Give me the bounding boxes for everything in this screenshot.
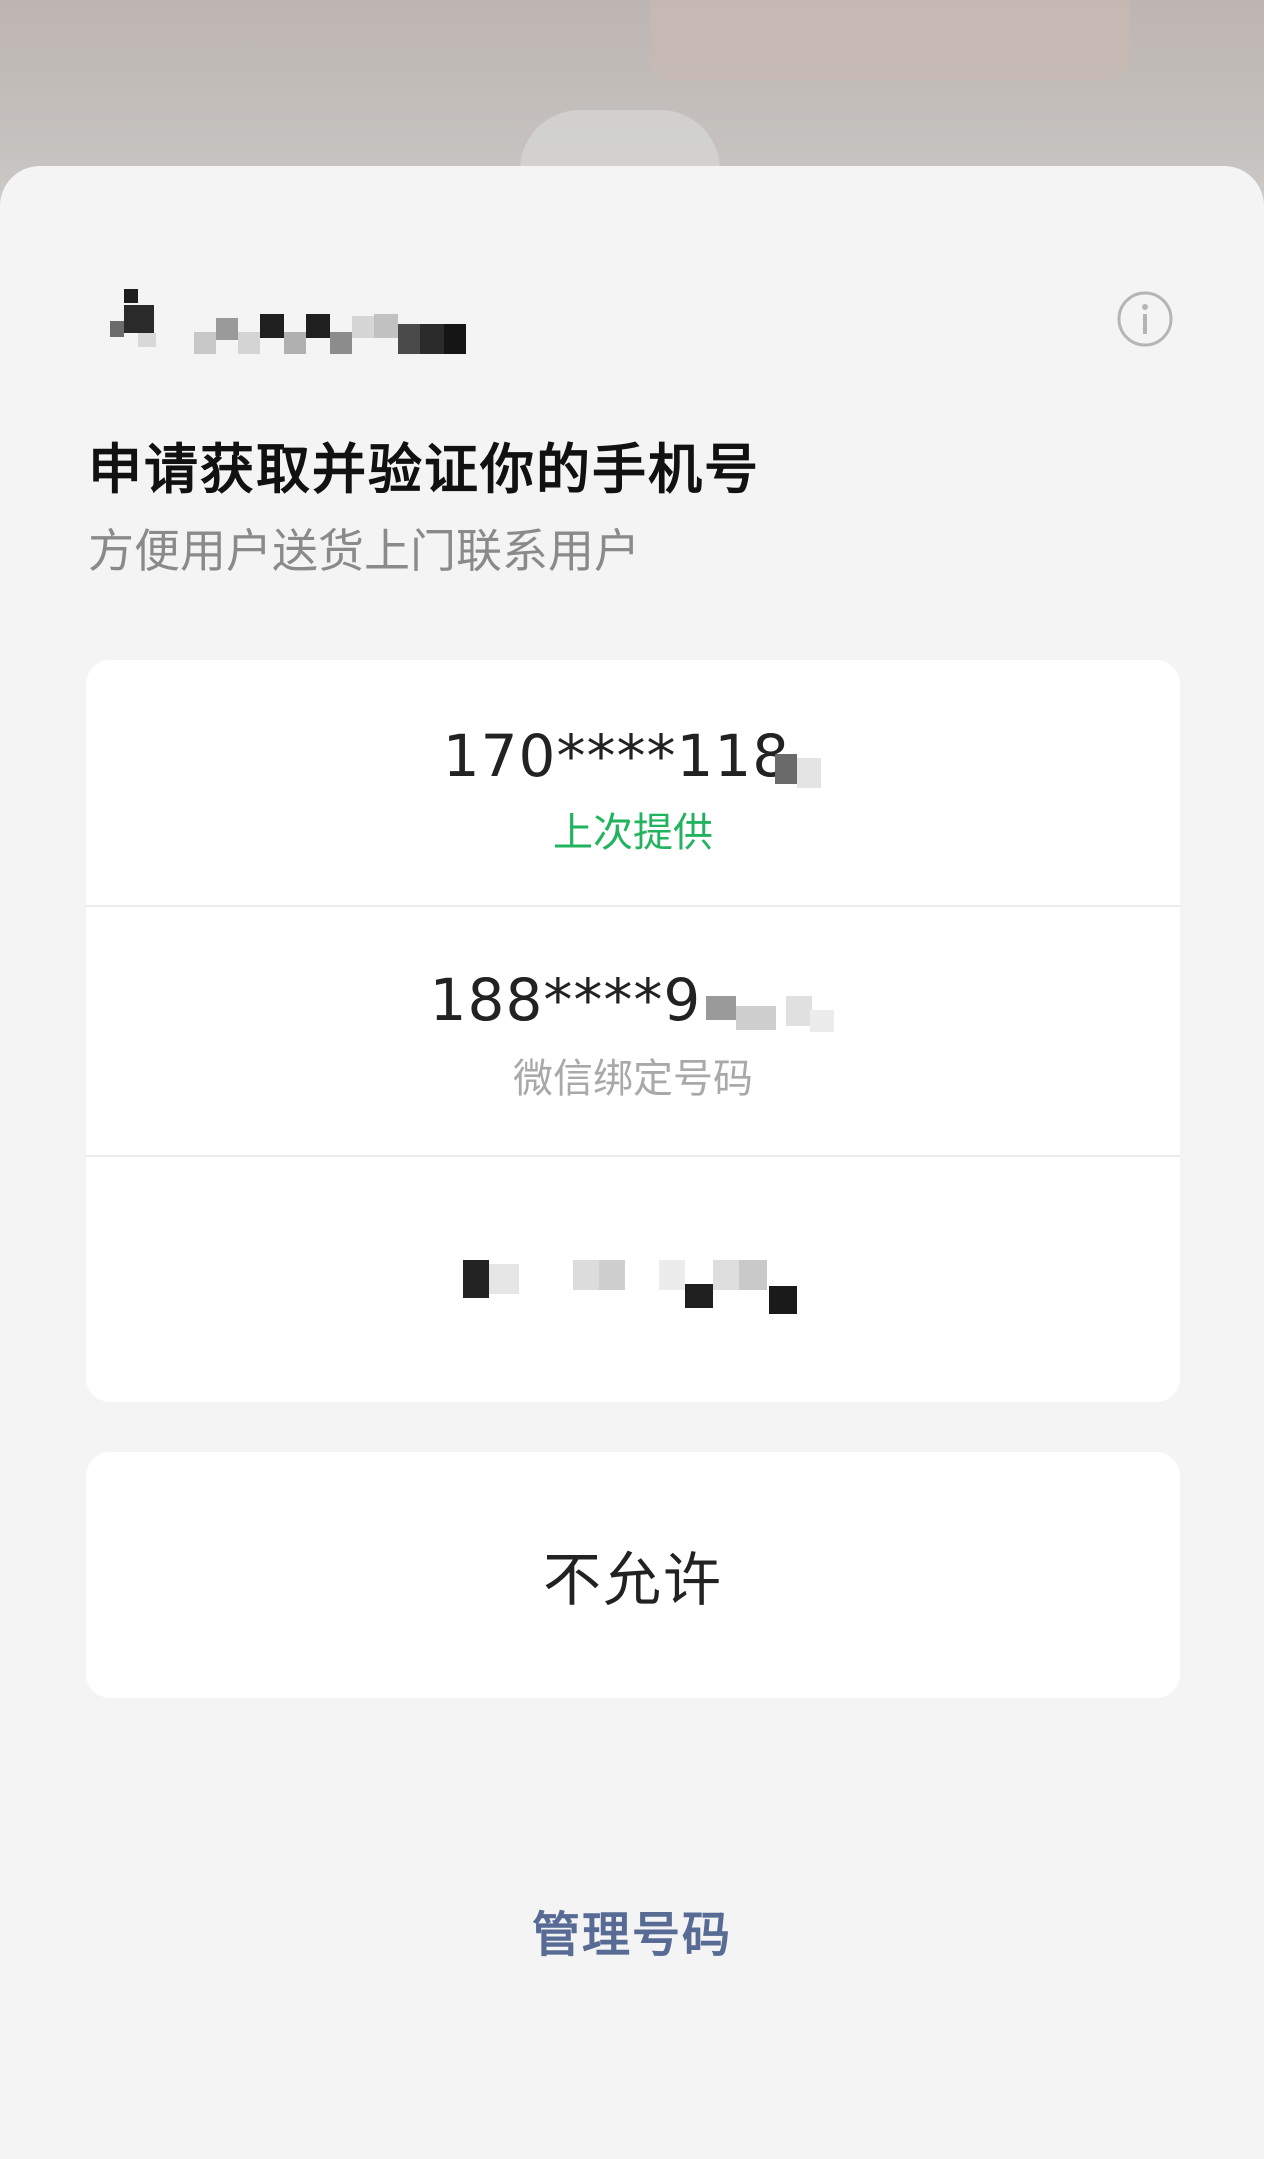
info-circle-icon[interactable]: [1116, 290, 1174, 348]
redaction-mosaic: [706, 995, 836, 1036]
phone-tag: 上次提供: [553, 810, 713, 856]
app-header: [88, 283, 484, 363]
divider: [86, 1155, 1180, 1157]
phone-number: 170****118: [442, 722, 791, 790]
phone-tag: 微信绑定号码: [513, 1055, 753, 1102]
app-logo: [88, 281, 172, 365]
phone-number: 188****9: [429, 966, 702, 1034]
phone-option[interactable]: 170****118 上次提供: [86, 722, 1180, 858]
phone-number-list: 170****118 上次提供 188****9 微信绑定号码: [86, 660, 1180, 1402]
background-blur: [650, 0, 1130, 80]
phone-option[interactable]: [86, 1260, 1180, 1316]
divider: [86, 905, 1180, 907]
app-name-redacted: [194, 308, 484, 354]
manage-numbers-link[interactable]: 管理号码: [0, 1895, 1264, 1965]
redaction-mosaic: [775, 753, 823, 790]
dialog-title: 申请获取并验证你的手机号: [88, 438, 760, 501]
deny-button[interactable]: 不允许: [86, 1452, 1180, 1698]
phone-option[interactable]: 188****9 微信绑定号码: [86, 966, 1180, 1104]
redacted-phone-number: [463, 1260, 803, 1316]
dialog-subtitle: 方便用户送货上门联系用户: [88, 524, 640, 578]
deny-button-label: 不允许: [542, 1546, 723, 1614]
